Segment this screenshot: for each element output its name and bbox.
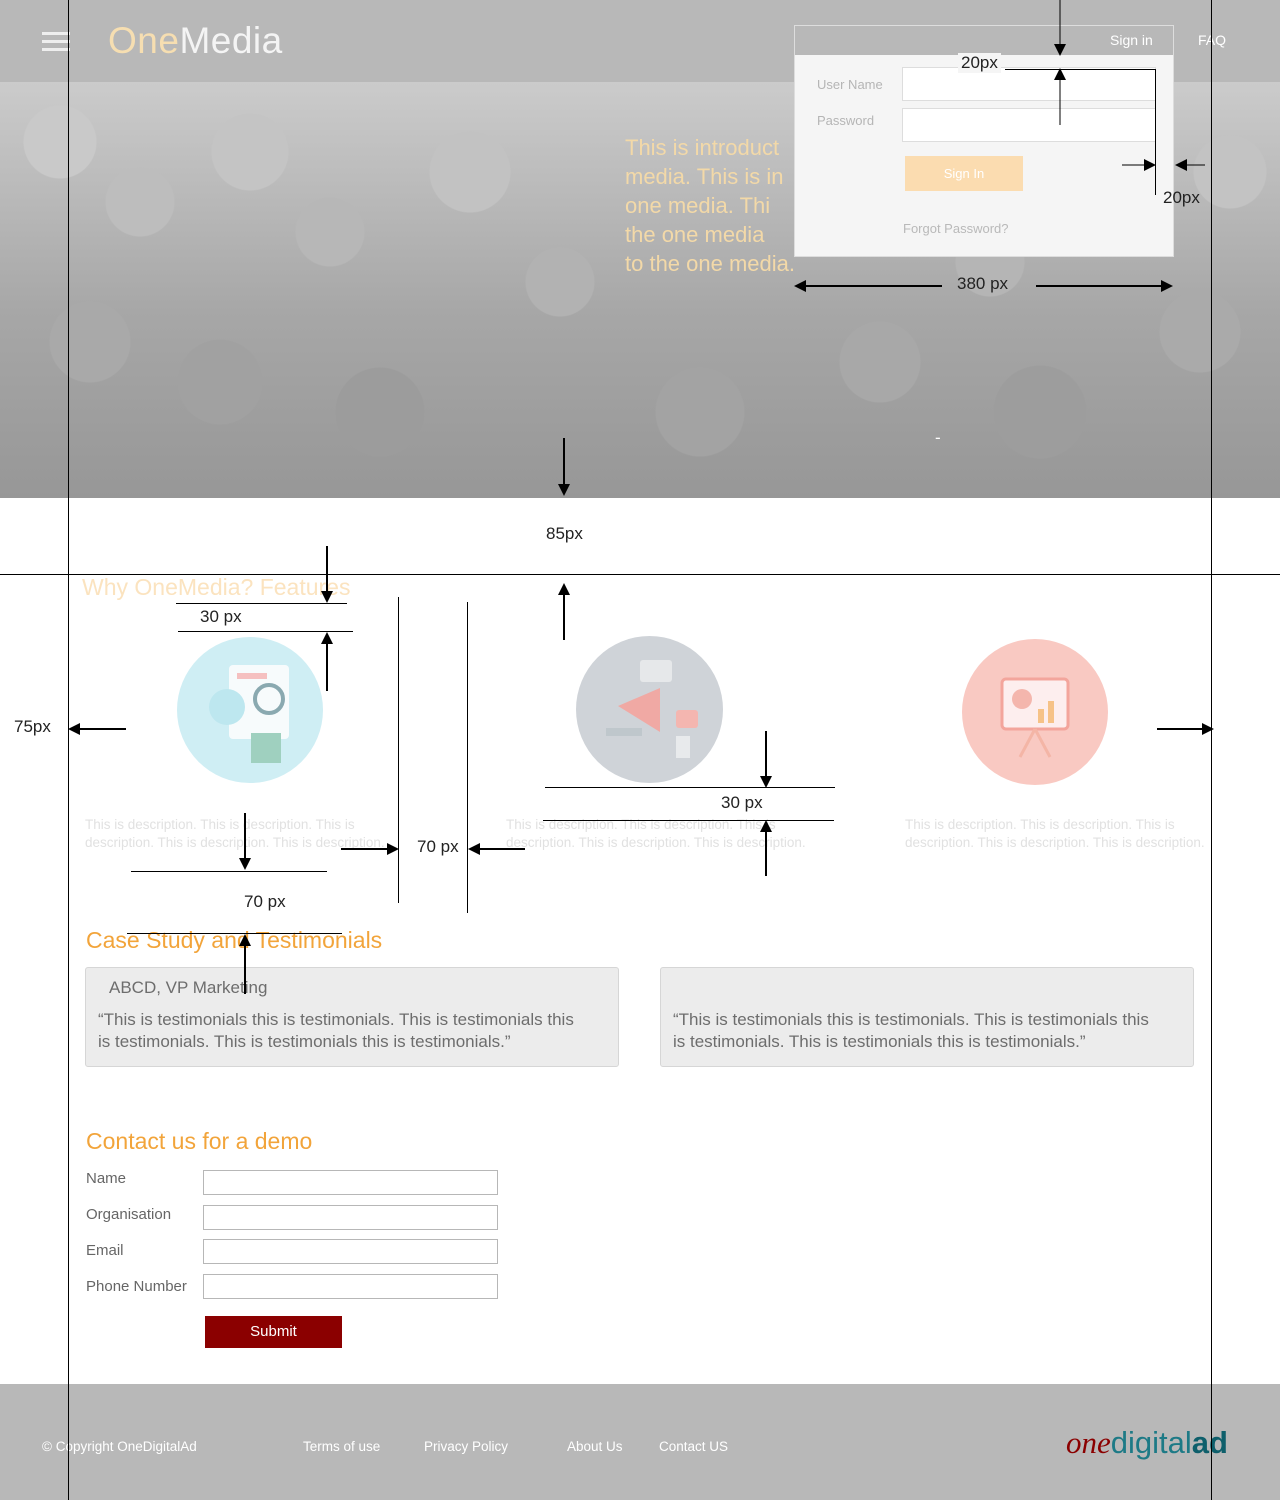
annotation-label: 30 px xyxy=(200,607,242,626)
annotation-label: 70 px xyxy=(244,892,286,911)
annotation-guides xyxy=(0,0,1280,1500)
annotation-label: 30 px xyxy=(721,793,763,812)
annotation-label: 70 px xyxy=(417,837,459,856)
annotation-label: 20px xyxy=(1163,188,1200,207)
annotation-label: 75px xyxy=(14,717,51,736)
annotation-label: 380 px xyxy=(957,274,1009,293)
annotation-label: 20px xyxy=(958,53,1001,73)
annotation-label: - xyxy=(935,428,941,447)
annotation-label: 85px xyxy=(546,524,583,543)
